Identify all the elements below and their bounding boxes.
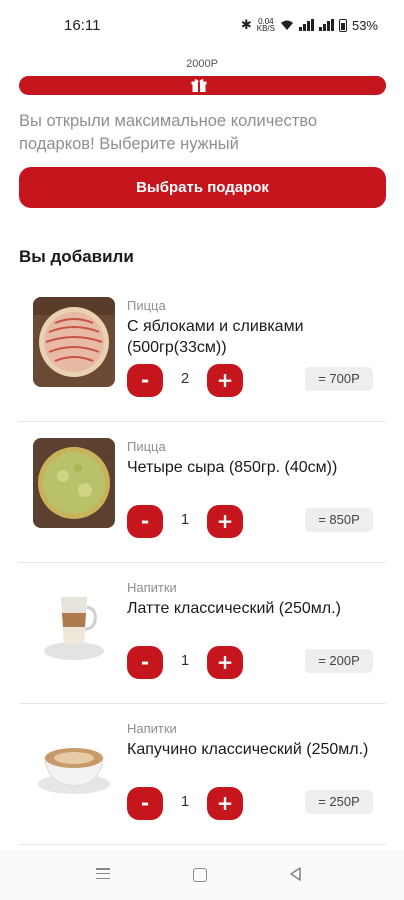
- item-category: Напитки: [127, 580, 177, 595]
- back-icon[interactable]: [288, 866, 302, 882]
- item-category: Напитки: [127, 721, 177, 736]
- item-name: Капучино классический (250мл.): [127, 741, 369, 758]
- item-price: = 700Р: [305, 367, 373, 391]
- battery-percent: 53%: [351, 17, 378, 33]
- wifi-icon: [280, 20, 293, 30]
- item-name: Латте классический (250мл.): [127, 600, 341, 617]
- pizza-cheese-icon[interactable]: [33, 438, 115, 528]
- status-time: 16:11: [64, 17, 101, 34]
- signal-icon-1: [298, 19, 314, 31]
- battery-icon: [338, 18, 347, 32]
- gift-icon: [191, 79, 207, 92]
- item-name: Четыре сыра (850гр. (40см)): [127, 459, 338, 476]
- choose-gift-button[interactable]: Выбрать подарок: [19, 167, 386, 208]
- home-icon[interactable]: [193, 868, 207, 882]
- section-title: Вы добавили: [19, 247, 134, 266]
- cart-item: Пицца С яблоками и сливками (500гр(33см)…: [19, 281, 386, 422]
- status-bar: 16:11 ✱ 0.04 KB/S 53%: [0, 0, 404, 52]
- item-category: Пицца: [127, 439, 166, 454]
- item-name: С яблоками и сливками (500гр(33см)): [127, 318, 304, 356]
- recent-apps-icon[interactable]: [96, 868, 110, 880]
- cart-item: Напитки Латте классический (250мл.) - 1 …: [19, 563, 386, 704]
- navigation-bar: [0, 850, 404, 900]
- cart-item: Пицца Четыре сыра (850гр. (40см)) - 1 + …: [19, 422, 386, 563]
- network-speed: 0.04 KB/S: [256, 18, 275, 33]
- status-icons: ✱ 0.04 KB/S 53%: [241, 17, 378, 33]
- cappuccino-cup-icon[interactable]: [33, 720, 115, 810]
- net-speed-unit: KB/S: [256, 24, 275, 33]
- increase-quantity-button[interactable]: +: [207, 646, 243, 679]
- item-category: Пицца: [127, 298, 166, 313]
- decrease-quantity-button[interactable]: -: [127, 787, 163, 820]
- bluetooth-icon: ✱: [240, 17, 252, 32]
- cart-list: Пицца С яблоками и сливками (500гр(33см)…: [19, 281, 386, 845]
- item-quantity: 2: [180, 370, 190, 387]
- item-price: = 200Р: [305, 649, 373, 673]
- progress-amount: 2000Р: [186, 58, 218, 70]
- item-quantity: 1: [180, 652, 190, 669]
- item-quantity: 1: [180, 793, 190, 810]
- item-price: = 850Р: [305, 508, 373, 532]
- pizza-apple-icon[interactable]: [33, 297, 115, 387]
- decrease-quantity-button[interactable]: -: [127, 505, 163, 538]
- increase-quantity-button[interactable]: +: [207, 505, 243, 538]
- cart-item: Напитки Капучино классический (250мл.) -…: [19, 704, 386, 845]
- signal-icon-2: [318, 19, 334, 31]
- item-price: = 250Р: [305, 790, 373, 814]
- decrease-quantity-button[interactable]: -: [127, 364, 163, 397]
- increase-quantity-button[interactable]: +: [207, 364, 243, 397]
- decrease-quantity-button[interactable]: -: [127, 646, 163, 679]
- increase-quantity-button[interactable]: +: [207, 787, 243, 820]
- latte-glass-icon[interactable]: [33, 579, 115, 669]
- item-quantity: 1: [180, 511, 190, 528]
- gift-message: Вы открыли максимальное количество подар…: [19, 112, 318, 153]
